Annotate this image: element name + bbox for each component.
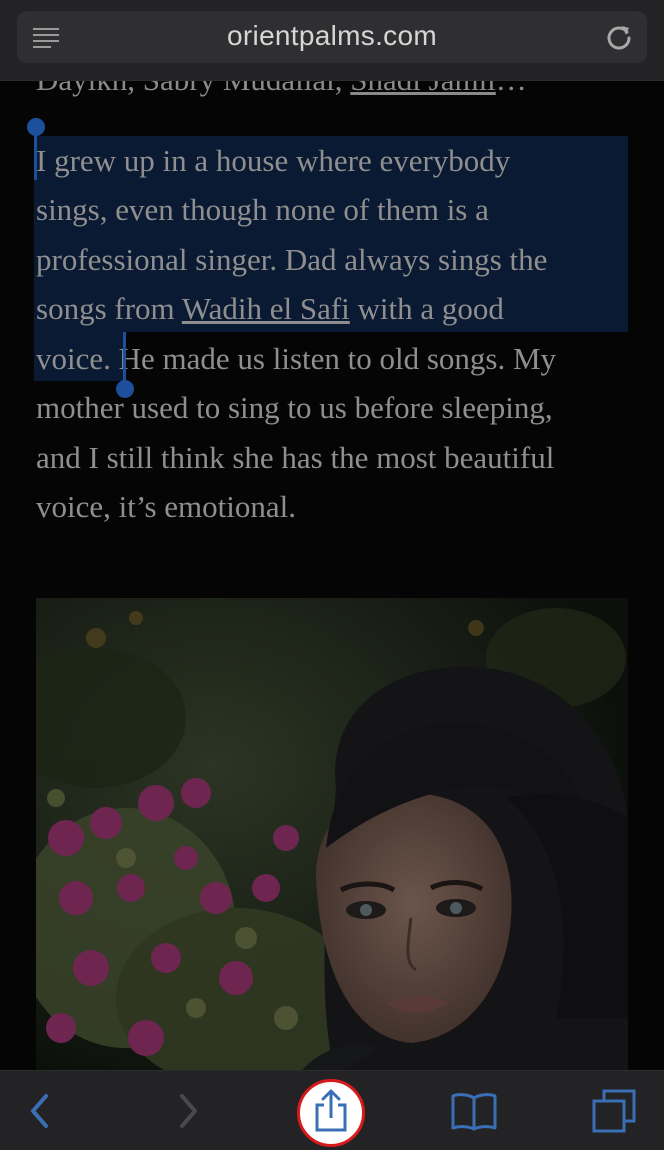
share-icon — [315, 1089, 347, 1132]
paragraph-line: songs from Wadih el Safi with a good — [36, 284, 504, 333]
bookmarks-icon — [451, 1093, 497, 1131]
selection-start-bar — [34, 132, 37, 180]
paragraph-line: voice. He made us listen to old songs. M… — [36, 334, 556, 383]
selected-text-end: voice. — [36, 341, 119, 376]
wadih-el-safi-link[interactable]: Wadih el Safi — [182, 291, 350, 326]
forward-button[interactable] — [146, 1071, 226, 1150]
tabs-icon — [592, 1089, 636, 1133]
paragraph-line: voice, it’s emotional. — [36, 489, 297, 524]
paragraph-line: and I still think she has the most beaut… — [36, 440, 555, 475]
share-button[interactable] — [297, 1079, 365, 1147]
url-field[interactable]: orientpalms.com — [17, 11, 647, 63]
article-content: Dayikh, Sabry Mudallal, Shadi Jamil… I g… — [0, 0, 664, 1070]
back-chevron-icon — [31, 1094, 48, 1128]
paragraph-line: professional singer. Dad always sings th… — [36, 242, 548, 277]
back-button[interactable] — [0, 1071, 80, 1150]
line-text: He made us listen to old songs. My — [118, 341, 557, 376]
portrait-image — [36, 598, 628, 1070]
line-text: songs from — [36, 291, 182, 326]
selection-end-bar — [123, 332, 126, 384]
paragraph-line: sings, even though none of them is a — [36, 192, 489, 227]
forward-chevron-icon — [180, 1094, 197, 1128]
bookmarks-button[interactable] — [434, 1071, 514, 1150]
bottom-toolbar — [0, 1070, 664, 1150]
article-photo — [36, 598, 628, 1070]
tabs-button[interactable] — [574, 1071, 654, 1150]
line-text: with a good — [349, 291, 504, 326]
paragraph-line: I grew up in a house where everybody — [36, 143, 511, 178]
address-bar: orientpalms.com — [0, 0, 664, 81]
url-text: orientpalms.com — [227, 20, 437, 51]
paragraph-line: mother used to sing to us before sleepin… — [36, 390, 553, 425]
reload-icon[interactable] — [605, 23, 633, 51]
selection-end-handle[interactable] — [116, 380, 134, 398]
